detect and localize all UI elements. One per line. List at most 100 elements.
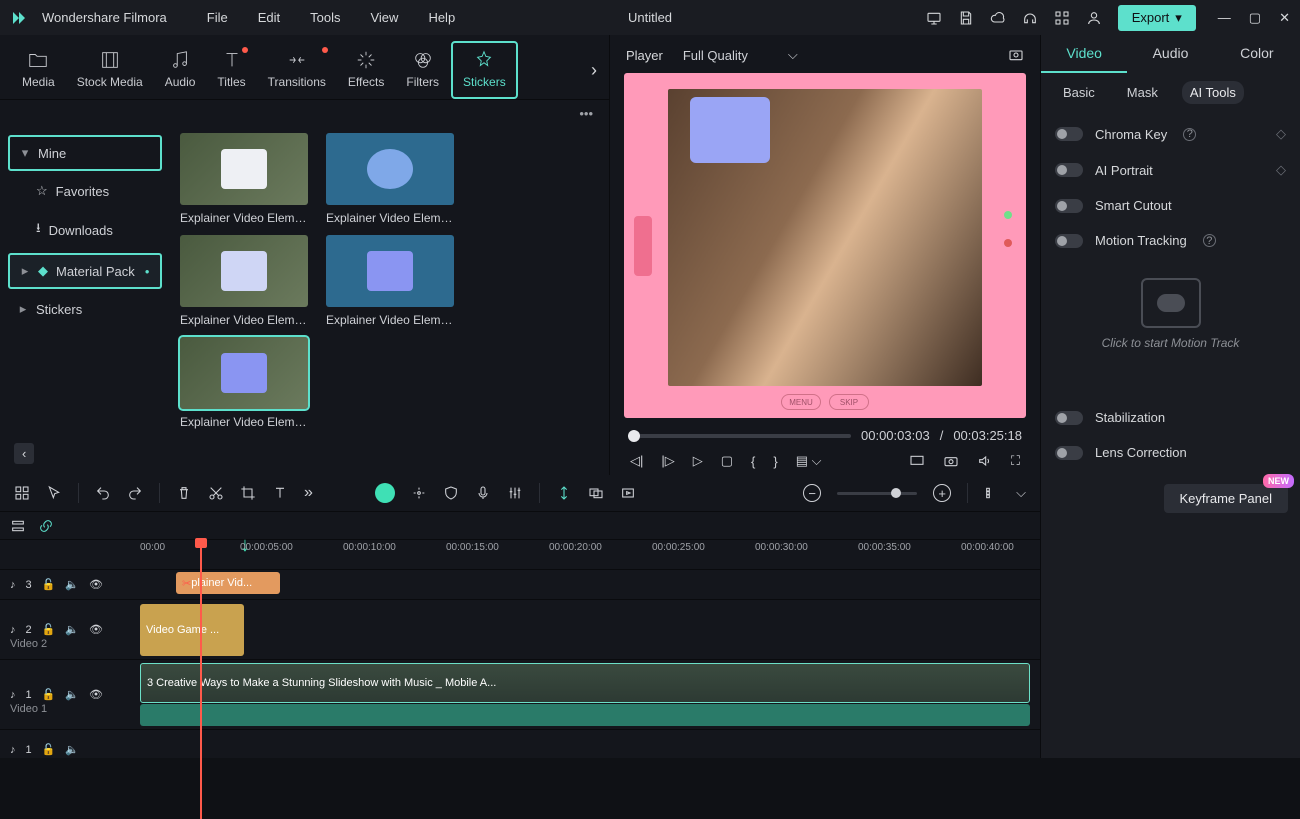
tab-media[interactable]: Media (12, 43, 65, 97)
row-lens-correction[interactable]: Lens Correction (1051, 435, 1290, 470)
mute-icon[interactable]: 🔈 (65, 743, 79, 756)
play-button[interactable]: ▷ (693, 453, 703, 469)
asset-thumb[interactable]: Explainer Video Eleme... (326, 133, 454, 225)
face-icon[interactable] (375, 483, 395, 503)
preview-viewport[interactable]: MENU SKIP (624, 73, 1026, 418)
sidebar-item-material-pack[interactable]: ▸◆Material Pack● (8, 253, 162, 289)
info-icon[interactable]: ? (1203, 234, 1216, 247)
mute-icon[interactable]: 🔈 (65, 623, 79, 636)
subtab-ai-tools[interactable]: AI Tools (1182, 81, 1244, 104)
menu-tools[interactable]: Tools (304, 8, 346, 27)
library-more-icon[interactable]: ••• (563, 100, 609, 127)
menu-view[interactable]: View (364, 8, 404, 27)
next-frame-button[interactable]: |▷ (661, 453, 674, 469)
track-view-icon[interactable] (984, 485, 1000, 501)
motion-track-target-icon[interactable] (1141, 278, 1201, 328)
timeline-settings-icon[interactable] (10, 518, 26, 534)
clip-main-video[interactable]: 3 Creative Ways to Make a Stunning Slide… (140, 663, 1030, 703)
cursor-icon[interactable] (46, 485, 62, 501)
display-icon[interactable] (909, 453, 925, 469)
zoom-slider[interactable] (837, 492, 917, 495)
tab-effects[interactable]: Effects (338, 43, 394, 97)
minimize-button[interactable]: — (1218, 10, 1231, 26)
sparkle-icon[interactable] (411, 485, 427, 501)
tab-audio[interactable]: Audio (1127, 35, 1213, 73)
info-icon[interactable]: ? (1183, 128, 1196, 141)
sidebar-item-stickers[interactable]: ▸Stickers (8, 293, 162, 325)
mute-icon[interactable]: 🔈 (65, 688, 79, 701)
lock-icon[interactable]: 🔓 (42, 578, 56, 591)
desktop-icon[interactable] (926, 10, 942, 26)
toggle[interactable] (1055, 411, 1083, 425)
sidebar-back-icon[interactable]: ‹ (14, 443, 34, 464)
timeline-ruler[interactable]: ↓ 00:00 00:00:05:00 00:00:10:00 00:00:15… (0, 540, 1040, 570)
grid-icon[interactable] (14, 485, 30, 501)
zoom-in-button[interactable]: + (933, 484, 951, 502)
scrub-bar[interactable] (628, 434, 851, 438)
toggle[interactable] (1055, 234, 1083, 248)
row-smart-cutout[interactable]: Smart Cutout (1051, 188, 1290, 223)
apps-icon[interactable] (1054, 10, 1070, 26)
link-icon[interactable] (38, 518, 54, 534)
toggle[interactable] (1055, 127, 1083, 141)
headphones-icon[interactable] (1022, 10, 1038, 26)
scrub-handle[interactable] (628, 430, 640, 442)
row-stabilization[interactable]: Stabilization (1051, 400, 1290, 435)
visibility-icon[interactable]: 👁 (89, 623, 103, 636)
tabs-more-icon[interactable]: › (591, 60, 597, 81)
mic-icon[interactable] (475, 485, 491, 501)
toggle[interactable] (1055, 163, 1083, 177)
tab-video[interactable]: Video (1041, 35, 1127, 73)
sidebar-item-downloads[interactable]: ⭳Downloads (8, 211, 162, 249)
diamond-icon[interactable]: ◇ (1276, 162, 1286, 178)
row-motion-tracking[interactable]: Motion Tracking? (1051, 223, 1290, 258)
mark-in-button[interactable]: { (751, 454, 755, 469)
camera-icon[interactable] (943, 453, 959, 469)
cut-icon[interactable] (208, 485, 224, 501)
tab-titles[interactable]: Titles (207, 43, 255, 97)
shield-icon[interactable] (443, 485, 459, 501)
toggle[interactable] (1055, 446, 1083, 460)
subtab-basic[interactable]: Basic (1055, 81, 1103, 104)
menu-file[interactable]: File (201, 8, 234, 27)
visibility-icon[interactable]: 👁 (89, 688, 103, 701)
keyframe-panel-button[interactable]: Keyframe Panel (1164, 484, 1289, 513)
asset-thumb-selected[interactable]: Explainer Video Eleme... (180, 337, 308, 429)
row-chroma-key[interactable]: Chroma Key?◇ (1051, 116, 1290, 152)
zoom-out-button[interactable]: − (803, 484, 821, 502)
volume-icon[interactable] (977, 453, 993, 469)
subtab-mask[interactable]: Mask (1119, 81, 1166, 104)
toggle[interactable] (1055, 199, 1083, 213)
clip-video-game[interactable]: Video Game ... (140, 604, 244, 656)
tab-filters[interactable]: Filters (396, 43, 449, 97)
sidebar-item-favorites[interactable]: ☆Favorites (8, 175, 162, 207)
snapshot-icon[interactable] (1008, 47, 1024, 63)
row-ai-portrait[interactable]: AI Portrait◇ (1051, 152, 1290, 188)
menu-help[interactable]: Help (422, 8, 461, 27)
mixer-icon[interactable] (507, 485, 523, 501)
cloud-icon[interactable] (990, 10, 1006, 26)
stop-button[interactable]: ▢ (721, 453, 733, 469)
prev-frame-button[interactable]: ◁| (630, 453, 643, 469)
crop-icon[interactable] (240, 485, 256, 501)
render-icon[interactable] (620, 485, 636, 501)
ratio-menu[interactable]: ▤ ⌵ (796, 453, 822, 469)
close-button[interactable]: ✕ (1279, 10, 1290, 26)
tab-stock-media[interactable]: Stock Media (67, 43, 153, 97)
clip-explainer[interactable]: ✂plainer Vid... (176, 572, 280, 594)
lock-icon[interactable]: 🔓 (42, 623, 56, 636)
lock-icon[interactable]: 🔓 (42, 688, 56, 701)
maximize-button[interactable]: ▢ (1249, 10, 1261, 26)
quality-select[interactable]: Full Quality⌵ (683, 47, 798, 63)
tab-stickers[interactable]: Stickers (451, 41, 518, 99)
more-tools-icon[interactable]: » (304, 484, 313, 502)
marker-icon[interactable] (556, 485, 572, 501)
tab-audio[interactable]: Audio (155, 43, 206, 97)
asset-thumb[interactable]: Explainer Video Eleme... (326, 235, 454, 327)
clip-main-audio-waveform[interactable] (140, 704, 1030, 726)
mark-out-button[interactable]: } (773, 454, 777, 469)
tab-color[interactable]: Color (1214, 35, 1300, 73)
user-icon[interactable] (1086, 10, 1102, 26)
visibility-icon[interactable]: 👁 (89, 578, 103, 591)
delete-icon[interactable] (176, 485, 192, 501)
